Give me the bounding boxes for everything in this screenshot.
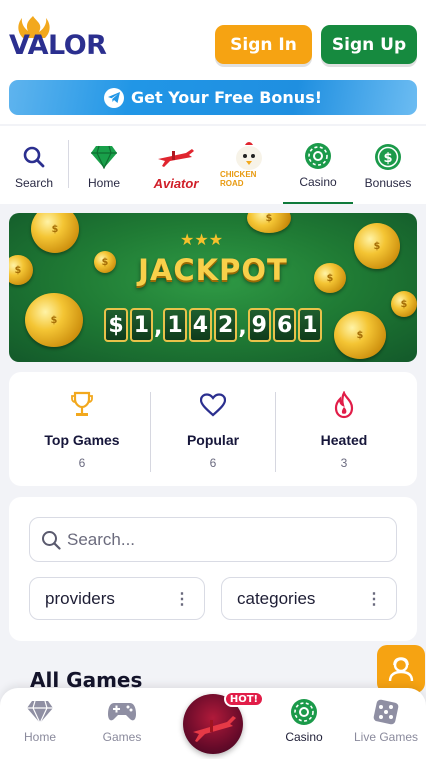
jackpot-digit: 2 — [214, 308, 238, 342]
aviator-label: Aviator — [153, 175, 199, 191]
dollar-coin-icon: $ — [368, 140, 408, 174]
jackpot-separator: , — [154, 315, 163, 340]
games-label: Games — [102, 730, 142, 744]
tab-heated[interactable]: Heated 3 — [276, 372, 412, 486]
svg-text:$: $ — [383, 151, 392, 166]
bonuses-label: Bonuses — [364, 176, 412, 190]
category-bonuses[interactable]: $ Bonuses — [358, 126, 418, 204]
tab-title: Heated — [320, 432, 368, 448]
aviator-plane-icon — [156, 140, 196, 174]
stars-icon: ★★★ — [180, 230, 224, 249]
heart-icon — [200, 390, 226, 420]
nav-home[interactable]: Home — [0, 688, 80, 759]
nav-casino[interactable]: Casino — [264, 688, 344, 759]
casino-label: Casino — [299, 175, 337, 189]
jackpot-separator: , — [238, 315, 247, 340]
jackpot-digit: 9 — [247, 308, 271, 342]
nav-games[interactable]: Games — [82, 688, 162, 759]
logo-text: VALOR — [9, 30, 107, 61]
search-box[interactable] — [29, 517, 397, 562]
tab-title: Top Games — [44, 432, 120, 448]
tab-count: 6 — [209, 456, 217, 470]
live-games-label: Live Games — [353, 730, 419, 744]
jackpot-digit: 1 — [298, 308, 322, 342]
diamond-icon — [26, 698, 54, 726]
sign-up-button[interactable]: Sign Up — [321, 25, 417, 64]
nav-live-games[interactable]: Live Games — [346, 688, 426, 759]
trophy-icon — [71, 390, 93, 420]
jackpot-digit: 4 — [188, 308, 212, 342]
jackpot-digit: 1 — [163, 308, 187, 342]
category-home[interactable]: Home — [75, 126, 133, 204]
tab-popular[interactable]: Popular 6 — [145, 372, 281, 486]
coin-decoration — [31, 213, 79, 253]
filter-card: providers ⋮ categories ⋮ — [9, 497, 417, 641]
gamepad-icon — [107, 698, 137, 726]
user-support-icon — [387, 655, 415, 683]
diamond-icon — [84, 140, 124, 174]
telegram-icon — [103, 87, 124, 108]
divider — [68, 140, 69, 188]
hot-badge: HOT! — [224, 691, 264, 707]
jackpot-digit: $ — [104, 308, 128, 342]
chicken-road-label: CHICKEN ROAD — [220, 170, 257, 188]
categories-label: categories — [237, 588, 316, 608]
category-search[interactable]: Search — [4, 126, 64, 204]
tab-top-games[interactable]: Top Games 6 — [14, 372, 150, 486]
search-icon — [41, 530, 61, 550]
casino-chip-icon — [298, 139, 338, 173]
dice-icon — [372, 698, 400, 726]
support-button[interactable] — [377, 645, 425, 693]
more-vertical-icon: ⋮ — [366, 590, 382, 608]
coin-decoration — [247, 213, 291, 233]
casino-label: Casino — [285, 730, 323, 744]
tab-count: 3 — [340, 456, 348, 470]
valor-logo[interactable]: VALOR — [9, 16, 119, 66]
jackpot-amount: $1, 1 4 2, 9 6 1 — [9, 308, 417, 342]
search-input[interactable] — [67, 529, 396, 550]
sign-in-button[interactable]: Sign In — [215, 25, 312, 64]
header: VALOR Sign In Sign Up Get Your Free Bonu… — [0, 0, 426, 124]
jackpot-digit: 1 — [129, 308, 154, 342]
more-vertical-icon: ⋮ — [174, 590, 190, 608]
home-label: Home — [23, 730, 56, 744]
providers-label: providers — [45, 588, 115, 608]
casino-chip-icon — [290, 698, 318, 726]
jackpot-title: JACKPOT — [138, 253, 288, 287]
home-label: Home — [87, 176, 120, 190]
categories-dropdown[interactable]: categories ⋮ — [221, 577, 397, 620]
tab-count: 6 — [78, 456, 86, 470]
category-nav: Search Home Aviator CHICKEN ROAD Casino … — [0, 126, 426, 204]
category-casino[interactable]: Casino — [283, 126, 353, 204]
category-chicken-road[interactable]: CHICKEN ROAD — [220, 126, 278, 204]
providers-dropdown[interactable]: providers ⋮ — [29, 577, 205, 620]
free-bonus-banner[interactable]: Get Your Free Bonus! — [9, 80, 417, 115]
search-label: Search — [14, 176, 54, 190]
game-tabs: Top Games 6 Popular 6 Heated 3 — [9, 372, 417, 486]
jackpot-digit: 6 — [272, 308, 297, 342]
tab-title: Popular — [186, 432, 240, 448]
flame-icon — [333, 390, 355, 420]
category-aviator[interactable]: Aviator — [144, 126, 208, 204]
search-icon — [14, 140, 54, 174]
bonus-label: Get Your Free Bonus! — [130, 88, 323, 107]
